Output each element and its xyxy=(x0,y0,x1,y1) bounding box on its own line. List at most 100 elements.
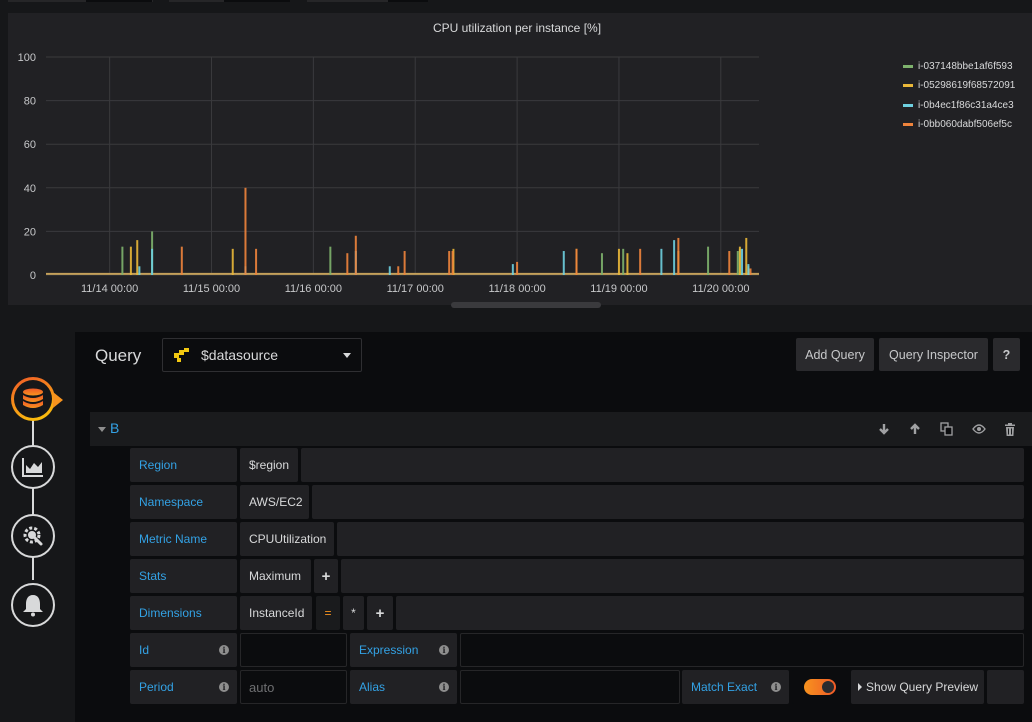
match-exact-toggle-container xyxy=(792,670,848,704)
region-select[interactable]: $region xyxy=(240,448,298,482)
show-query-preview-button[interactable]: Show Query Preview xyxy=(851,670,984,704)
add-dimension-button[interactable]: + xyxy=(367,596,393,630)
match-exact-label-text: Match Exact xyxy=(691,680,758,694)
x-tick-label: 11/17 00:00 xyxy=(387,283,444,295)
data-spike xyxy=(622,248,625,275)
data-spike xyxy=(448,251,451,275)
info-icon[interactable]: i xyxy=(439,682,449,692)
data-spike xyxy=(388,266,391,275)
data-spike xyxy=(136,240,139,275)
active-pointer xyxy=(53,392,63,408)
query-row-header[interactable]: B xyxy=(90,412,1032,446)
legend-label: i-0b4ec1f86c31a4ce3 xyxy=(918,99,1014,111)
y-tick-label: 100 xyxy=(18,52,36,64)
trash-icon[interactable] xyxy=(1002,421,1018,437)
legend-item[interactable]: i-0b4ec1f86c31a4ce3 xyxy=(903,96,1028,115)
gear-wrench-icon xyxy=(23,526,43,546)
data-spike xyxy=(747,264,750,275)
legend-item[interactable]: i-05298619f68572091 xyxy=(903,76,1028,95)
data-spike xyxy=(151,248,154,275)
y-tick-label: 80 xyxy=(24,96,36,108)
data-spike xyxy=(138,266,141,275)
arrow-up-icon[interactable] xyxy=(907,421,923,437)
dimension-value-select[interactable]: * xyxy=(343,596,364,630)
data-spike xyxy=(600,253,603,275)
alias-input[interactable] xyxy=(460,670,680,704)
data-spike xyxy=(255,248,258,275)
stats-select[interactable]: Maximum xyxy=(240,559,311,593)
info-icon[interactable]: i xyxy=(771,682,781,692)
period-label-text: Period xyxy=(139,680,174,694)
query-ref-id[interactable]: B xyxy=(110,420,119,436)
sidebar-item-general[interactable] xyxy=(11,514,55,558)
data-spike xyxy=(575,248,578,275)
graph-panel: 0 20 40 60 80 100 11/14 00:00 11/15 00:00 11/16 … xyxy=(8,13,1032,308)
legend-swatch xyxy=(903,123,913,127)
area-chart-icon xyxy=(22,458,43,477)
data-spike xyxy=(329,246,332,275)
sidebar-item-alert[interactable] xyxy=(11,583,55,627)
data-spike xyxy=(354,235,357,275)
data-spike xyxy=(639,248,642,275)
data-spike xyxy=(121,246,124,275)
region-label: Region xyxy=(130,448,237,482)
data-spike xyxy=(728,251,731,275)
namespace-label: Namespace xyxy=(130,485,237,519)
data-spike xyxy=(626,253,629,275)
caret-down-icon xyxy=(343,353,351,358)
variable-fragment xyxy=(388,0,428,2)
horizontal-scrollbar[interactable] xyxy=(451,302,601,308)
metric-name-label: Metric Name xyxy=(130,522,237,556)
datasource-icon xyxy=(174,348,189,362)
sidebar-item-queries[interactable] xyxy=(11,377,55,421)
row-filler xyxy=(341,559,1024,593)
x-tick-label: 11/15 00:00 xyxy=(183,283,240,295)
info-icon[interactable]: i xyxy=(219,682,229,692)
query-inspector-button[interactable]: Query Inspector xyxy=(879,338,988,371)
datasource-select[interactable]: $datasource xyxy=(162,338,362,372)
data-spike xyxy=(180,246,183,275)
y-tick-label: 60 xyxy=(24,139,36,151)
row-filler xyxy=(337,522,1024,556)
legend-label: i-0bb060dabf506ef5c xyxy=(918,119,1012,131)
dimension-key-select[interactable]: InstanceId xyxy=(240,596,312,630)
add-stat-button[interactable]: + xyxy=(314,559,338,593)
sidebar-item-visualization[interactable] xyxy=(11,445,55,489)
id-input[interactable] xyxy=(240,633,347,667)
legend-item[interactable]: i-037148bbe1af6f593 xyxy=(903,57,1028,76)
show-query-preview-label: Show Query Preview xyxy=(866,680,979,694)
dimension-operator[interactable]: = xyxy=(316,596,340,630)
legend-item[interactable]: i-0bb060dabf506ef5c xyxy=(903,115,1028,134)
help-button[interactable]: ? xyxy=(993,338,1020,371)
row-filler xyxy=(301,448,1024,482)
metric-name-select[interactable]: CPUUtilization xyxy=(240,522,334,556)
eye-icon[interactable] xyxy=(971,421,987,437)
period-input[interactable]: auto xyxy=(240,670,347,704)
data-spike xyxy=(741,248,744,275)
stats-label: Stats xyxy=(130,559,237,593)
x-tick-label: 11/16 00:00 xyxy=(285,283,342,295)
data-spike xyxy=(736,251,739,275)
add-query-button[interactable]: Add Query xyxy=(796,338,874,371)
panel-title[interactable]: CPU utilization per instance [%] xyxy=(0,21,1032,35)
info-icon[interactable]: i xyxy=(439,645,449,655)
match-exact-label: Match Exact i xyxy=(682,670,789,704)
namespace-select[interactable]: AWS/EC2 xyxy=(240,485,309,519)
legend-swatch xyxy=(903,84,913,88)
alias-label: Alias i xyxy=(350,670,457,704)
data-spike xyxy=(673,240,676,275)
collapse-caret-icon[interactable] xyxy=(98,427,106,432)
legend-swatch xyxy=(903,103,913,107)
duplicate-icon[interactable] xyxy=(939,421,955,437)
data-spike xyxy=(231,248,234,275)
info-icon[interactable]: i xyxy=(219,645,229,655)
match-exact-toggle[interactable] xyxy=(804,679,836,695)
expression-input[interactable] xyxy=(460,633,1024,667)
arrow-down-icon[interactable] xyxy=(876,421,892,437)
alias-label-text: Alias xyxy=(359,680,386,694)
data-spike xyxy=(403,251,406,275)
id-label-text: Id xyxy=(139,643,150,657)
row-filler xyxy=(396,596,1024,630)
y-tick-label: 20 xyxy=(24,226,36,238)
expression-label-text: Expression xyxy=(359,643,419,657)
